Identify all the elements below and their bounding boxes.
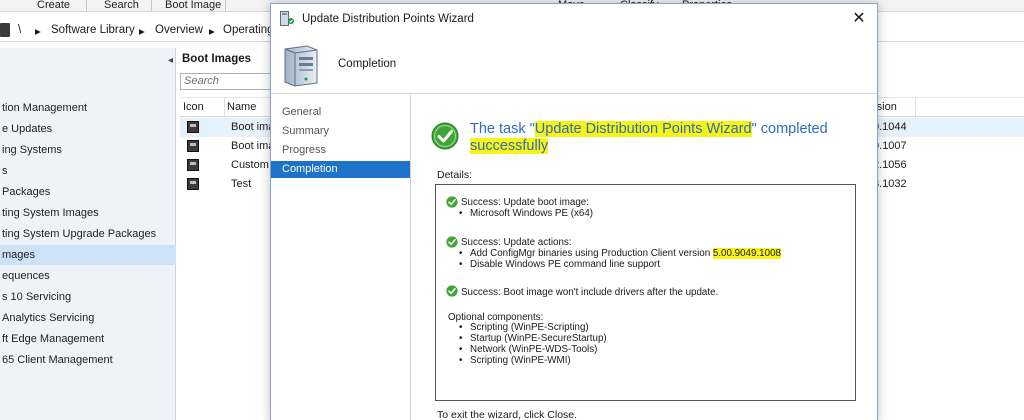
computer-tower-icon (284, 45, 318, 87)
details-label: Details: (437, 169, 473, 181)
row-version: 2.1056 (873, 159, 907, 171)
dialog-title: Update Distribution Points Wizard (302, 13, 474, 25)
chevron-right-icon: ▸ (209, 26, 215, 38)
detail-add-binaries-text: Add ConfigMgr binaries using Production … (470, 248, 713, 259)
detail-bullet: • (459, 322, 463, 333)
step-general[interactable]: General (271, 104, 410, 121)
detail-bullet-text: Add ConfigMgr binaries using Production … (470, 248, 781, 259)
wizard-header: Completion (271, 34, 877, 94)
exit-instructions: To exit the wizard, click Close. (437, 409, 578, 420)
wizard-page-title: Completion (338, 58, 397, 70)
detail-bullet-text: Scripting (WinPE-WMI) (470, 355, 571, 366)
nav-item-office-365-client-management[interactable]: 65 Client Management (0, 350, 176, 370)
column-divider[interactable] (915, 98, 916, 118)
detail-bullet: • (459, 208, 463, 219)
nav-item-windows-10-servicing[interactable]: s 10 Servicing (0, 287, 176, 307)
chevron-right-icon: ▸ (139, 26, 145, 38)
close-button[interactable]: ✕ (849, 10, 869, 28)
row-name: Boot ima (231, 121, 275, 133)
status-prefix: The task " (470, 121, 535, 137)
row-version: 0.1044 (873, 121, 907, 133)
breadcrumb-root[interactable]: \ (18, 24, 21, 36)
status-message: The task "Update Distribution Points Wiz… (470, 121, 828, 137)
detail-bullet: • (459, 248, 463, 259)
detail-success-no-drivers: Success: Boot image won't include driver… (461, 287, 719, 298)
step-summary[interactable]: Summary (271, 123, 410, 140)
task-name-highlight: Update Distribution Points Wizard (534, 121, 752, 137)
row-name: Custom (231, 159, 269, 171)
column-header-icon[interactable]: Icon (183, 101, 204, 113)
console-root-icon[interactable] (0, 23, 10, 37)
boot-image-icon (187, 121, 199, 133)
detail-success-update-actions: Success: Update actions: (461, 237, 572, 248)
chevron-right-icon: ▸ (35, 26, 41, 38)
collapse-pane-icon[interactable]: ◂ (168, 55, 173, 66)
detail-bullet-text: Scripting (WinPE-Scripting) (470, 322, 589, 333)
nav-item-software-updates[interactable]: e Updates (0, 119, 176, 139)
details-box[interactable]: Success: Update boot image: • Microsoft … (435, 184, 856, 401)
detail-bullet: • (459, 344, 463, 355)
detail-bullet: • (459, 333, 463, 344)
wizard-computer-icon (280, 11, 294, 26)
detail-bullet: • (459, 259, 463, 270)
nav-item-boot-images[interactable]: mages (0, 245, 176, 265)
nav-item-application-management[interactable]: tion Management (0, 98, 176, 118)
step-progress[interactable]: Progress (271, 142, 410, 159)
detail-bullet-text: Startup (WinPE-SecureStartup) (470, 333, 607, 344)
ribbon-create-button[interactable]: Create (37, 0, 70, 11)
column-divider[interactable] (224, 98, 225, 118)
row-version: 3.1032 (873, 178, 907, 190)
update-distribution-points-wizard: Update Distribution Points Wizard ✕ Comp… (270, 3, 878, 420)
nav-item-edge-management[interactable]: ft Edge Management (0, 329, 176, 349)
nav-item-operating-systems[interactable]: ing Systems (0, 140, 176, 160)
ribbon-search-button[interactable]: Search (104, 0, 139, 11)
list-title: Boot Images (182, 53, 252, 65)
breadcrumb-overview[interactable]: Overview (155, 24, 203, 36)
status-message-line2: successfully (470, 138, 549, 154)
ribbon-boot-image-button[interactable]: Boot Image (165, 0, 221, 11)
row-version: 0.1007 (873, 140, 907, 152)
detail-bullet: • (459, 355, 463, 366)
nav-item-os-images[interactable]: ting System Images (0, 203, 176, 223)
success-check-icon (431, 122, 459, 150)
boot-image-icon (187, 159, 199, 171)
nav-item-driver-packages[interactable]: Packages (0, 182, 176, 202)
detail-bullet-text: Microsoft Windows PE (x64) (470, 208, 594, 219)
breadcrumb-operating[interactable]: Operating (223, 24, 274, 36)
row-name: Boot ima (231, 140, 275, 152)
boot-image-icon (187, 140, 199, 152)
success-check-icon (446, 285, 458, 297)
breadcrumb-software-library[interactable]: Software Library (51, 24, 135, 36)
nav-item-desktop-analytics-servicing[interactable]: Analytics Servicing (0, 308, 176, 328)
status-line2: successfully (470, 138, 549, 154)
nav-item-task-sequences[interactable]: equences (0, 266, 176, 286)
ribbon-separator (225, 0, 226, 12)
client-version-highlight: 5.00.9049.1008 (712, 248, 781, 259)
ribbon-separator (151, 0, 152, 12)
detail-bullet-text: Network (WinPE-WDS-Tools) (470, 344, 598, 355)
dialog-titlebar[interactable]: Update Distribution Points Wizard ✕ (271, 4, 877, 34)
step-completion[interactable]: Completion (271, 161, 410, 178)
detail-bullet-text: Disable Windows PE command line support (470, 259, 661, 270)
ribbon-separator (86, 0, 87, 12)
nav-item-drivers[interactable]: s (0, 161, 176, 181)
boot-image-icon (187, 178, 199, 190)
row-name: Test (231, 178, 252, 190)
success-check-icon (446, 196, 458, 208)
detail-success-update-boot-image: Success: Update boot image: (461, 197, 589, 208)
success-check-icon (446, 236, 458, 248)
status-suffix: " completed (751, 121, 828, 137)
list-search-input[interactable]: Search (180, 73, 272, 90)
wizard-steps: General Summary Progress Completion (271, 95, 411, 420)
nav-item-os-upgrade-packages[interactable]: ting System Upgrade Packages (0, 224, 176, 244)
column-header-name[interactable]: Name (227, 101, 256, 113)
